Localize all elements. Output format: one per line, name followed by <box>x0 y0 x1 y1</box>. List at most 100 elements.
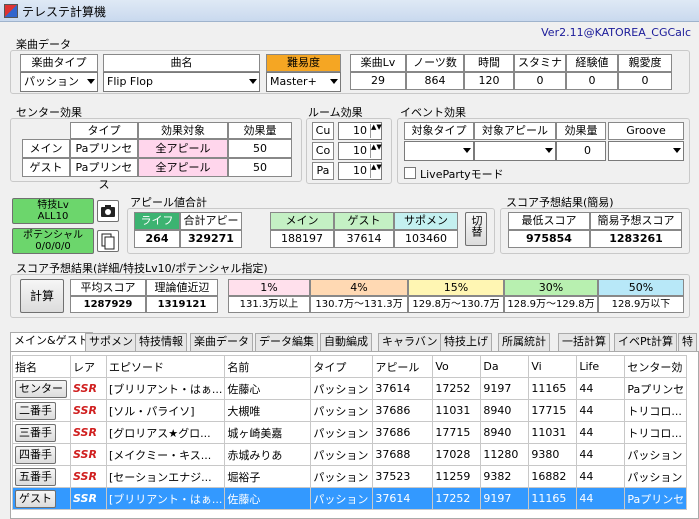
song-stat-header: 親愛度 <box>618 54 672 72</box>
potential-button[interactable]: ポテンシャル 0/0/0/0 <box>12 228 94 254</box>
room-value-input[interactable]: 10 ▲▼ <box>338 122 382 140</box>
appeal-header: ライフ <box>134 212 180 230</box>
song-stat-header: ノーツ数 <box>406 54 464 72</box>
room-value-input[interactable]: 10 ▲▼ <box>338 142 382 160</box>
detail-header: 1% <box>228 279 310 296</box>
rarity-cell: SSR <box>70 377 107 400</box>
column-header[interactable]: Da <box>480 355 530 378</box>
spin-icon[interactable]: ▲▼ <box>370 144 382 158</box>
event-amount-input[interactable]: 0 <box>556 141 606 161</box>
calculate-button[interactable]: 計算 <box>20 279 64 313</box>
song-stat-value: 120 <box>464 72 514 90</box>
cell-appeal: 37688 <box>372 443 434 466</box>
title-bar: テレステ計算機 <box>0 0 699 22</box>
event-type-select[interactable] <box>404 141 474 161</box>
cell-life: 44 <box>576 443 626 466</box>
column-header[interactable]: 名前 <box>224 355 312 378</box>
tab[interactable]: 所属統計 <box>498 333 550 351</box>
simple-score-header: 簡易予想スコア <box>590 212 682 230</box>
tab[interactable]: メイン&ゲスト <box>10 332 93 352</box>
detail-header: 4% <box>310 279 408 296</box>
column-header[interactable]: Life <box>576 355 626 378</box>
tab[interactable]: 特技上げ <box>440 333 492 351</box>
song-stat-header: 経験値 <box>566 54 618 72</box>
slot-button[interactable]: 三番手 <box>15 423 56 442</box>
member-table-wrap: 指名 レア エピソード 名前 タイプ アピール Vo Da Vi Life センター効 センター SSR… <box>12 355 699 519</box>
tab[interactable]: 自動編成 <box>320 333 372 351</box>
column-header[interactable]: タイプ <box>310 355 374 378</box>
slot-button[interactable]: 四番手 <box>15 445 56 464</box>
room-value-input[interactable]: 10 ▲▼ <box>338 162 382 180</box>
column-header[interactable]: 指名 <box>12 355 71 378</box>
min-score-header: 最低スコア <box>508 212 590 230</box>
cell-appeal: 37686 <box>372 399 434 422</box>
tab[interactable]: キャラバン <box>378 333 442 351</box>
tab[interactable]: 楽曲データ <box>190 333 253 351</box>
room-type-label: Co <box>312 142 334 160</box>
slot-button[interactable]: センター <box>15 379 67 398</box>
appeal-header: メイン <box>270 212 334 230</box>
cell-da: 8940 <box>480 421 530 444</box>
event-type-header: 対象タイプ <box>404 122 474 140</box>
song-stat-value: 0 <box>566 72 618 90</box>
cell-appeal: 37614 <box>372 377 434 400</box>
tab[interactable]: 特 <box>678 333 697 351</box>
song-stat-value: 29 <box>350 72 406 90</box>
table-row[interactable]: 三番手 SSR [グロリアス★グロ... 城ヶ崎美嘉 パッション 37686 17715 89… <box>12 421 688 444</box>
center-type-header: タイプ <box>70 122 138 139</box>
detail-header: 15% <box>408 279 504 296</box>
table-header-row: 指名 レア エピソード 名前 タイプ アピール Vo Da Vi Life センター効 <box>12 355 688 378</box>
room-type-label: Pa <box>312 162 334 180</box>
camera-icon[interactable] <box>97 200 119 222</box>
cell-center: Paプリンセ <box>624 487 688 510</box>
cell-episode: [セーションエナジ... <box>105 465 226 488</box>
event-appeal-select[interactable] <box>474 141 556 161</box>
slot-button[interactable]: 五番手 <box>15 467 56 486</box>
rarity-cell: SSR <box>70 465 107 488</box>
table-row[interactable]: 二番手 SSR [ソル・パライソ] 大槻唯 パッション 37686 11031 8940 177… <box>12 399 688 422</box>
tab[interactable]: イベPt計算 <box>614 333 677 351</box>
song-name-select[interactable]: Flip Flop <box>103 72 260 92</box>
table-row[interactable]: 五番手 SSR [セーションエナジ... 堀裕子 パッション 37523 11259 9382… <box>12 465 688 488</box>
tab[interactable]: 一括計算 <box>558 333 610 351</box>
spin-icon[interactable]: ▲▼ <box>370 124 382 138</box>
member-table: 指名 レア エピソード 名前 タイプ アピール Vo Da Vi Life センター効 センター SSR… <box>12 355 688 510</box>
appeal-value: 103460 <box>394 230 458 248</box>
event-amount-header: 効果量 <box>556 122 606 140</box>
column-header[interactable]: センター効 <box>624 355 688 378</box>
table-row[interactable]: センター SSR [ブリリアント・はぁ... 佐藤心 パッション 37614 17252 91… <box>12 377 688 400</box>
cell-type: パッション <box>310 421 374 444</box>
slot-button[interactable]: 二番手 <box>15 401 56 420</box>
skill-level-button[interactable]: 特技Lv ALL10 <box>12 198 94 224</box>
slot-cell: ゲスト <box>12 487 71 510</box>
appeal-value: 188197 <box>270 230 334 248</box>
slot-button[interactable]: ゲスト <box>15 489 56 508</box>
cell-episode: [ブリリアント・はぁ... <box>105 487 226 510</box>
liveparty-checkbox[interactable] <box>404 167 416 179</box>
song-type-select[interactable]: パッション <box>20 72 98 92</box>
tab[interactable]: 特技情報 <box>135 333 187 351</box>
difficulty-select[interactable]: Master+ <box>266 72 341 92</box>
appeal-header: サポメン <box>394 212 458 230</box>
tab[interactable]: データ編集 <box>255 333 318 351</box>
groove-select[interactable] <box>608 141 684 161</box>
cell-appeal: 37523 <box>372 465 434 488</box>
cell-vo: 11031 <box>432 399 482 422</box>
table-row[interactable]: 四番手 SSR [メイクミー・キス... 赤城みりあ パッション 37688 17028 11… <box>12 443 688 466</box>
rarity-cell: SSR <box>70 487 107 510</box>
cell-life: 44 <box>576 399 626 422</box>
column-header[interactable]: エピソード <box>105 355 226 378</box>
event-appeal-header: 対象アピール <box>474 122 556 140</box>
column-header[interactable]: レア <box>70 355 107 378</box>
copy-icon[interactable] <box>97 230 119 252</box>
song-stat-header: 楽曲Lv <box>350 54 406 72</box>
column-header[interactable]: Vi <box>528 355 578 378</box>
column-header[interactable]: Vo <box>432 355 482 378</box>
rarity-cell: SSR <box>70 399 107 422</box>
table-row[interactable]: ゲスト SSR [ブリリアント・はぁ... 佐藤心 パッション 37614 17252 919… <box>12 487 688 510</box>
column-header[interactable]: アピール <box>372 355 434 378</box>
appeal-value: 264 <box>134 230 180 248</box>
spin-icon[interactable]: ▲▼ <box>370 164 382 178</box>
swap-button[interactable]: 切替 <box>465 212 487 246</box>
tab[interactable]: サポメン <box>85 333 137 351</box>
